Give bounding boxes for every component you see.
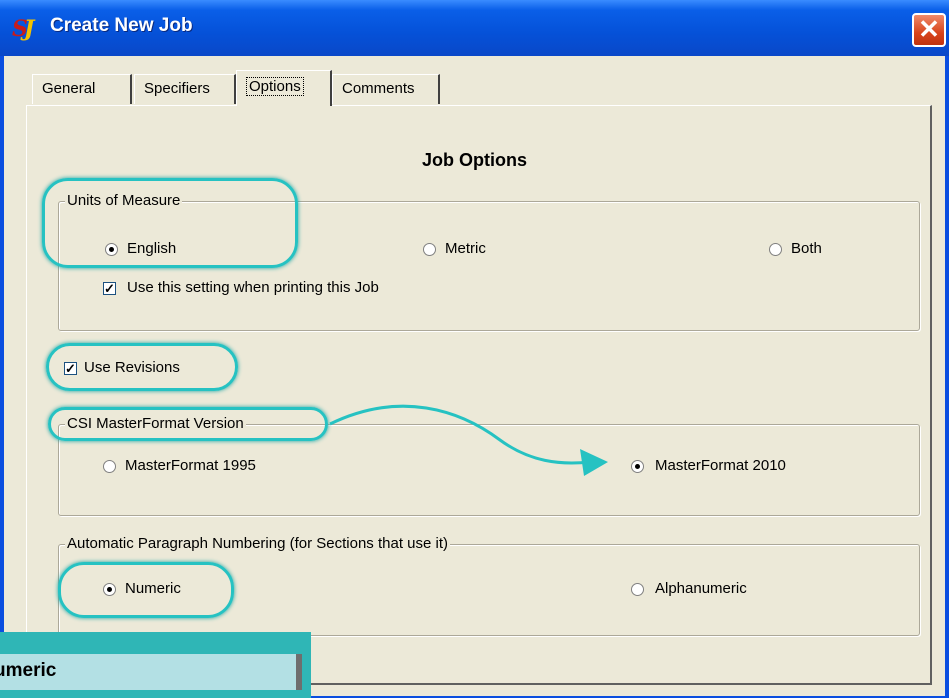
masterformat-1995-radio[interactable] xyxy=(103,460,116,473)
callout-text: umeric xyxy=(0,660,57,681)
tab-specifiers[interactable]: Specifiers xyxy=(134,74,236,104)
print-setting-checkbox[interactable]: ✓ xyxy=(103,282,116,295)
units-highlight xyxy=(42,178,298,268)
both-radio[interactable] xyxy=(769,243,782,256)
metric-radio[interactable] xyxy=(423,243,436,256)
csi-highlight xyxy=(48,407,328,441)
window-title: Create New Job xyxy=(50,15,193,36)
numeric-highlight xyxy=(58,562,234,618)
alphanumeric-radio[interactable] xyxy=(631,583,644,596)
tab-comments-label: Comments xyxy=(342,80,415,97)
close-button[interactable]: ✕ xyxy=(912,13,946,47)
revisions-highlight xyxy=(46,343,238,391)
both-label[interactable]: Both xyxy=(791,240,822,258)
masterformat-1995-label[interactable]: MasterFormat 1995 xyxy=(125,457,256,475)
tab-options-label: Options xyxy=(246,77,304,96)
app-logo-icon: SJ xyxy=(12,16,35,42)
title-bar[interactable]: SJ Create New Job ✕ xyxy=(0,0,949,56)
masterformat-2010-radio[interactable] xyxy=(631,460,644,473)
callout-box: umeric xyxy=(0,632,311,698)
metric-label[interactable]: Metric xyxy=(445,240,486,258)
tab-general-label: General xyxy=(42,80,96,97)
tab-specifiers-label: Specifiers xyxy=(144,80,210,97)
page-title: Job Options xyxy=(422,150,527,170)
masterformat-2010-label[interactable]: MasterFormat 2010 xyxy=(655,457,786,475)
numbering-group-label: Automatic Paragraph Numbering (for Secti… xyxy=(65,535,451,553)
alphanumeric-label[interactable]: Alphanumeric xyxy=(655,580,747,598)
tab-general[interactable]: General xyxy=(32,74,132,104)
tab-comments[interactable]: Comments xyxy=(332,74,440,104)
callout-label: umeric xyxy=(0,654,302,690)
tab-options[interactable]: Options xyxy=(236,70,332,106)
print-setting-label[interactable]: Use this setting when printing this Job xyxy=(127,279,379,297)
